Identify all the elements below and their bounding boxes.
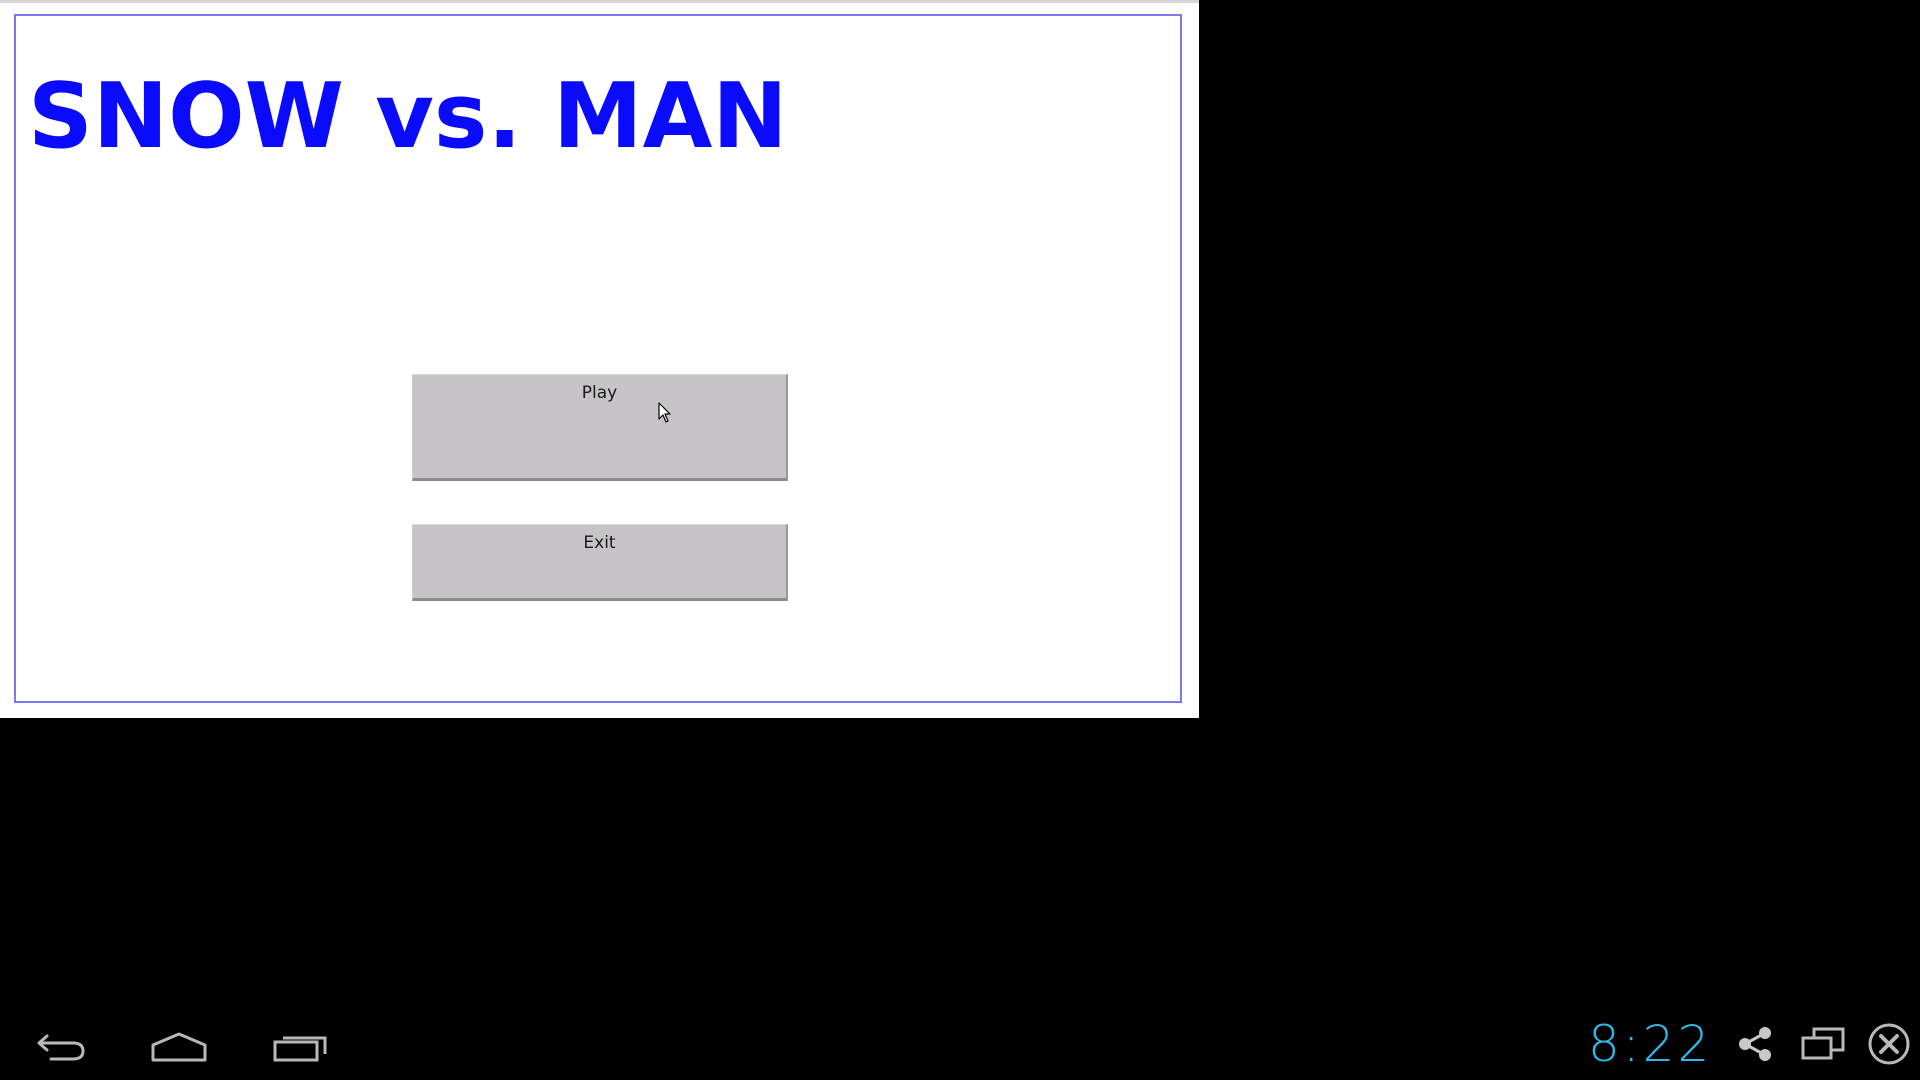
window-top-strip [0,0,1199,3]
play-button-label: Play [581,383,618,403]
home-button[interactable] [142,1025,216,1069]
mouse-cursor-icon [658,402,671,423]
screen: SNOW vs. MAN Play Exit 8:22 [0,0,1920,1080]
play-button[interactable]: Play [412,374,788,481]
exit-button[interactable]: Exit [412,524,788,601]
close-icon [1868,1023,1910,1065]
game-title: SNOW vs. MAN [28,64,788,169]
share-button[interactable] [1730,1020,1780,1068]
recents-icon [273,1036,327,1062]
recents-button[interactable] [264,1025,338,1069]
system-clock: 8:22 [1588,1015,1713,1073]
window-toggle-button[interactable] [1798,1020,1848,1068]
game-window: SNOW vs. MAN Play Exit [0,0,1199,718]
home-icon [151,1032,207,1062]
exit-button-label: Exit [583,533,616,553]
back-button[interactable] [24,1025,98,1069]
close-button[interactable] [1864,1020,1914,1068]
share-icon [1739,1027,1771,1061]
window-icon [1801,1027,1845,1060]
back-icon [37,1034,85,1061]
